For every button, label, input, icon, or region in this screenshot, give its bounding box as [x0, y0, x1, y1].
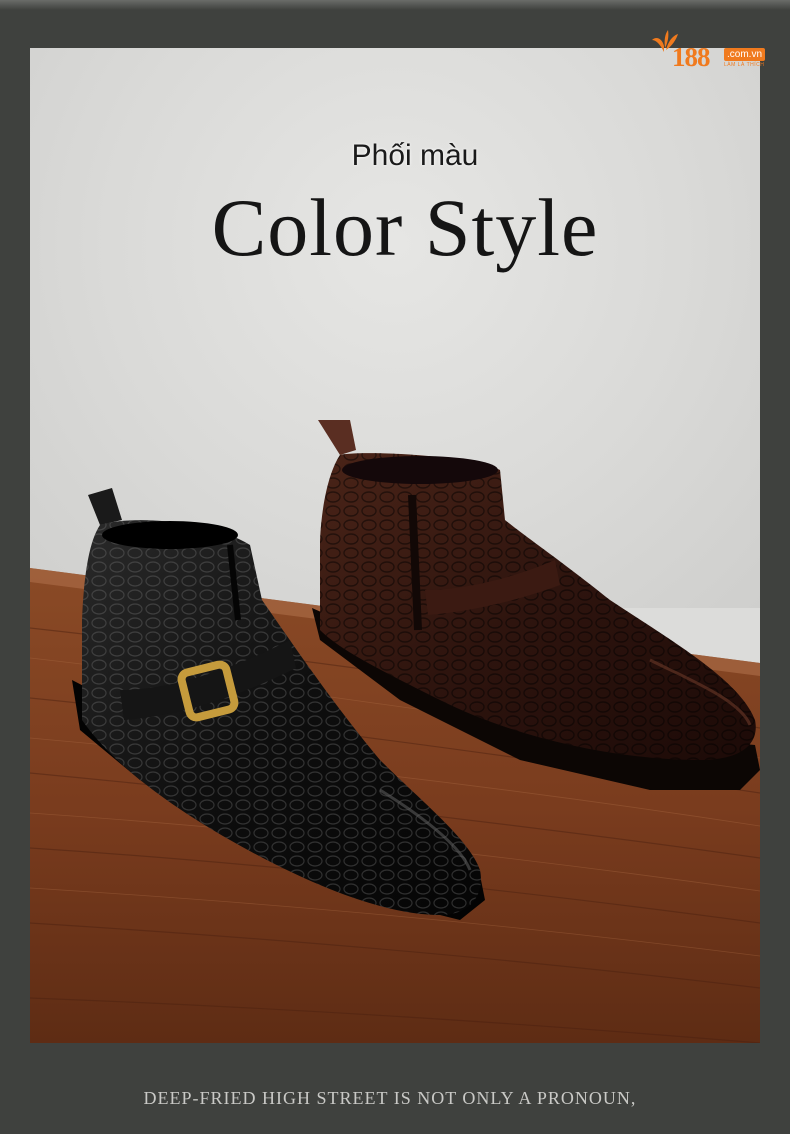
- brand-logo[interactable]: 188 .com.vn LÀM LÀ THÍCH: [650, 28, 770, 72]
- logo-tagline: LÀM LÀ THÍCH: [724, 62, 765, 68]
- brown-boot: [312, 420, 760, 790]
- section-subtitle: Phối màu: [351, 139, 479, 172]
- logo-domain: .com.vn: [724, 48, 766, 61]
- footer-caption: DEEP-FRIED HIGH STREET IS NOT ONLY A PRO…: [143, 1088, 637, 1108]
- section-title: Color Style: [211, 182, 599, 273]
- logo-number: 188: [672, 42, 710, 72]
